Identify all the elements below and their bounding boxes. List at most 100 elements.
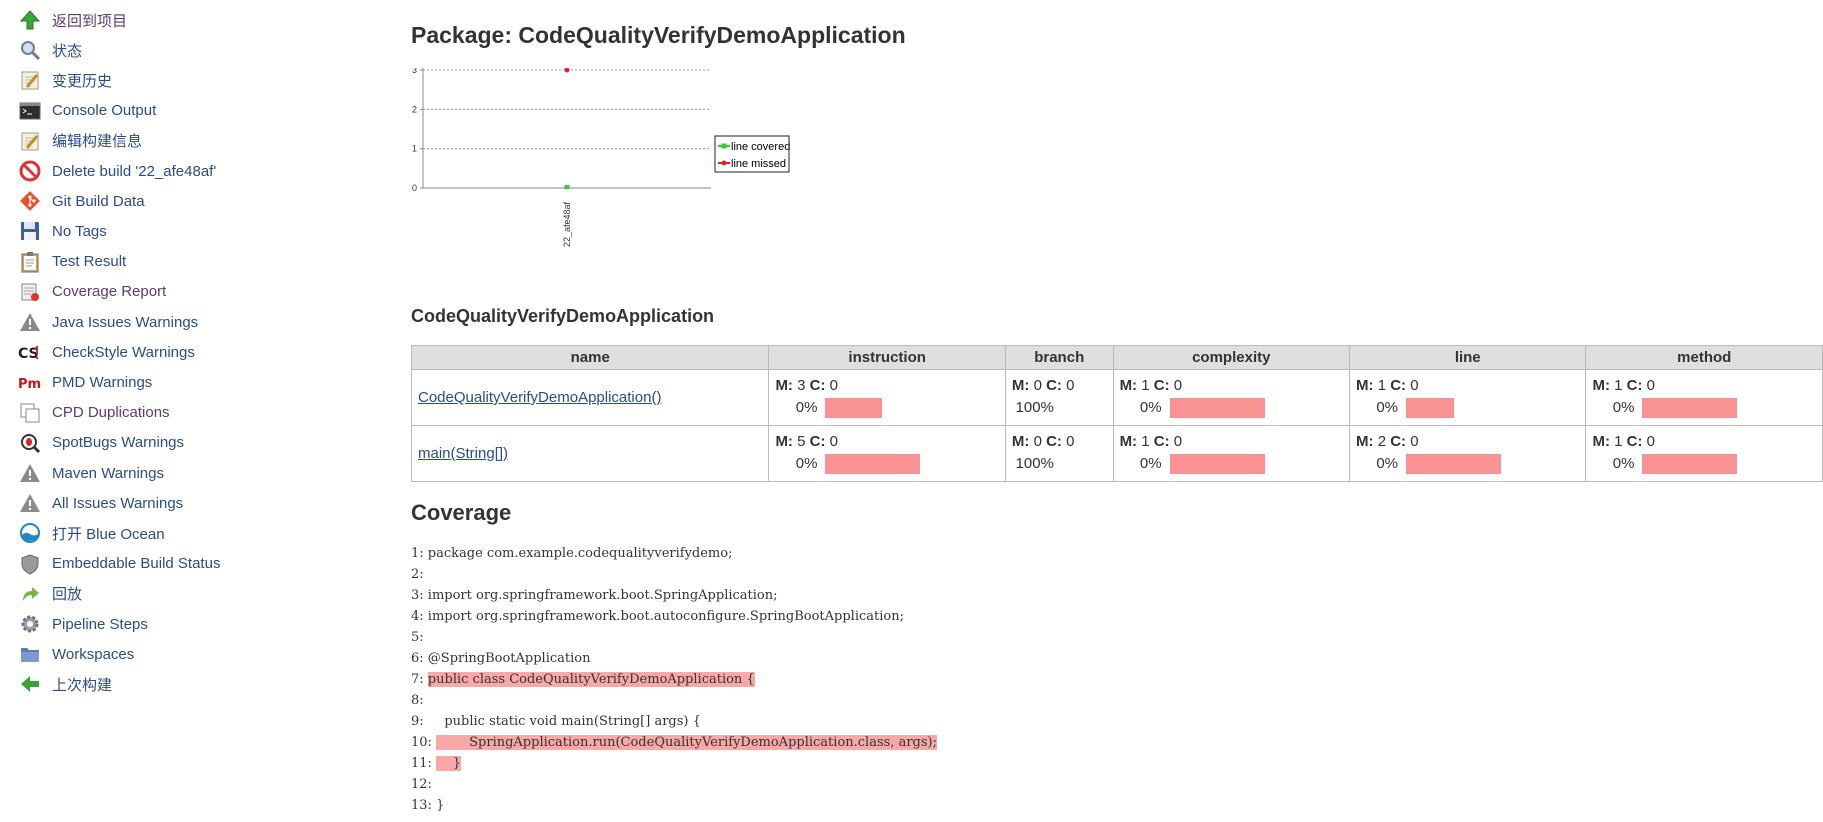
missed-count: 1 [1614, 376, 1623, 394]
magnifier-icon [18, 38, 42, 62]
missed-bar [825, 397, 883, 418]
cell-line: M: 1 C: 0 0% [1349, 369, 1587, 426]
missed-count: 1 [1141, 432, 1150, 450]
git-icon [18, 189, 42, 213]
missed-bar [1169, 397, 1265, 418]
terminal-icon [18, 99, 42, 123]
code-line: 5: [411, 627, 937, 648]
sidebar-item-15[interactable]: Maven Warnings [18, 458, 164, 488]
sidebar-item-7[interactable]: No Tags [18, 216, 107, 246]
coverage-percent: 0% [1139, 455, 1162, 472]
coverage-percent: 0% [1376, 399, 1399, 416]
code-text-missed: } [436, 756, 461, 771]
floppy-disk-icon [18, 219, 42, 243]
sidebar-item-19[interactable]: 回放 [18, 579, 82, 609]
y-tick-label: 0 [412, 183, 417, 193]
sidebar-item-16[interactable]: All Issues Warnings [18, 488, 183, 518]
sidebar-item-3[interactable]: Console Output [18, 96, 156, 126]
covered-count: 0 [1173, 432, 1183, 450]
code-text-missed: SpringApplication.run(CodeQualityVerifyD… [436, 735, 937, 750]
sidebar-item-label: Console Output [52, 102, 157, 120]
sidebar-item-0[interactable]: 返回到项目 [18, 5, 127, 35]
missed-label: M: [1592, 376, 1610, 394]
col-header-complexity: complexity [1112, 345, 1351, 370]
code-line: 2: [411, 564, 937, 585]
sidebar-item-10[interactable]: Java Issues Warnings [18, 307, 198, 337]
covered-label: C: [1390, 376, 1407, 394]
legend-swatch-marker [721, 160, 727, 166]
code-text-missed: public class CodeQualityVerifyDemoApplic… [427, 672, 755, 687]
coverage-percent-row: 0% [1356, 452, 1579, 476]
covered-count: 0 [1410, 376, 1419, 394]
table-row: main(String[]) M: 5 C: 0 0% M: 0 C: 0 100% M:… [410, 425, 1823, 482]
coverage-percent-row: 100% [1012, 396, 1107, 420]
sidebar-item-8[interactable]: Test Result [18, 247, 126, 277]
coverage-percent: 100% [1015, 399, 1054, 416]
cell-method: M: 1 C: 0 0% [1585, 369, 1823, 426]
method-link[interactable]: main(String[]) [418, 445, 508, 462]
sidebar-item-5[interactable]: Delete build '22_afe48af' [18, 156, 216, 186]
sidebar-item-6[interactable]: Git Build Data [18, 186, 145, 216]
covered-count: 0 [1410, 432, 1419, 450]
line-number: 11: [411, 756, 432, 771]
coverage-percent-row: 0% [1120, 452, 1343, 476]
missed-label: M: [1356, 376, 1374, 394]
cell-instruction: M: 5 C: 0 0% [768, 425, 1006, 482]
line-number: 4: [411, 609, 424, 624]
code-text: public static void main(String[] args) { [427, 714, 701, 729]
line-number: 1: [411, 546, 424, 561]
sidebar-item-label: 打开 Blue Ocean [52, 525, 165, 543]
sidebar-item-label: 回放 [52, 586, 83, 604]
cell-branch: M: 0 C: 0 100% [1004, 425, 1114, 482]
sidebar-item-9[interactable]: Coverage Report [18, 277, 166, 307]
sidebar-item-22[interactable]: 上次构建 [18, 669, 112, 699]
sidebar-item-1[interactable]: 状态 [18, 35, 82, 65]
coverage-percent: 0% [795, 455, 818, 472]
sidebar-item-label: Coverage Report [52, 283, 167, 301]
code-line: 12: [411, 774, 937, 795]
coverage-percent-row: 0% [1120, 396, 1343, 420]
sidebar-item-label: Java Issues Warnings [52, 313, 199, 331]
covered-count: 0 [829, 376, 838, 394]
missed-label: M: [775, 432, 793, 450]
covered-label: C: [1390, 432, 1407, 450]
missed-count: 1 [1377, 376, 1387, 394]
coverage-percent: 0% [795, 399, 818, 416]
cell-instruction: M: 3 C: 0 0% [768, 369, 1006, 426]
missed-bar [1406, 453, 1502, 474]
table-row: CodeQualityVerifyDemoApplication() M: 3 C… [410, 369, 1823, 426]
col-header-instruction: instruction [768, 345, 1006, 370]
sidebar-item-label: PMD Warnings [52, 373, 153, 391]
coverage-percent-row: 0% [1592, 396, 1816, 420]
sidebar-item-12[interactable]: Pmd PMD Warnings [18, 367, 152, 397]
covered-label: C: [1046, 432, 1062, 450]
sidebar-item-label: Git Build Data [52, 192, 145, 210]
line-number: 5: [411, 630, 424, 645]
code-line: 3: import org.springframework.boot.Sprin… [411, 585, 937, 606]
cell-name: main(String[]) [410, 425, 770, 482]
sidebar-item-4[interactable]: 编辑构建信息 [18, 126, 142, 156]
gear-icon [18, 612, 42, 636]
cell-name: CodeQualityVerifyDemoApplication() [410, 369, 770, 426]
sidebar-item-14[interactable]: SpotBugs Warnings [18, 428, 184, 458]
sidebar-item-2[interactable]: 变更历史 [18, 65, 112, 95]
missed-label: M: [1011, 376, 1030, 394]
method-link[interactable]: CodeQualityVerifyDemoApplication() [418, 389, 661, 406]
missed-count: 1 [1141, 376, 1150, 394]
cell-branch: M: 0 C: 0 100% [1004, 369, 1114, 426]
cell-complexity: M: 1 C: 0 0% [1112, 425, 1351, 482]
sidebar-item-17[interactable]: 打开 Blue Ocean [18, 518, 165, 548]
sidebar-item-13[interactable]: CPD Duplications [18, 398, 170, 428]
sidebar-item-20[interactable]: Pipeline Steps [18, 609, 148, 639]
arrow-up-icon [18, 8, 42, 32]
sidebar-item-11[interactable]: CS CheckStyle Warnings [18, 337, 195, 367]
coverage-percent: 0% [1612, 399, 1635, 416]
coverage-percent-row: 0% [1592, 452, 1816, 476]
sidebar-item-label: Workspaces [52, 645, 135, 663]
code-line: 7: public class CodeQualityVerifyDemoApp… [411, 669, 937, 690]
sidebar-item-21[interactable]: Workspaces [18, 639, 134, 669]
missed-count: 3 [797, 376, 806, 394]
sidebar-item-18[interactable]: Embeddable Build Status [18, 549, 220, 579]
col-header-name: name [410, 345, 770, 370]
folder-icon [18, 642, 42, 666]
